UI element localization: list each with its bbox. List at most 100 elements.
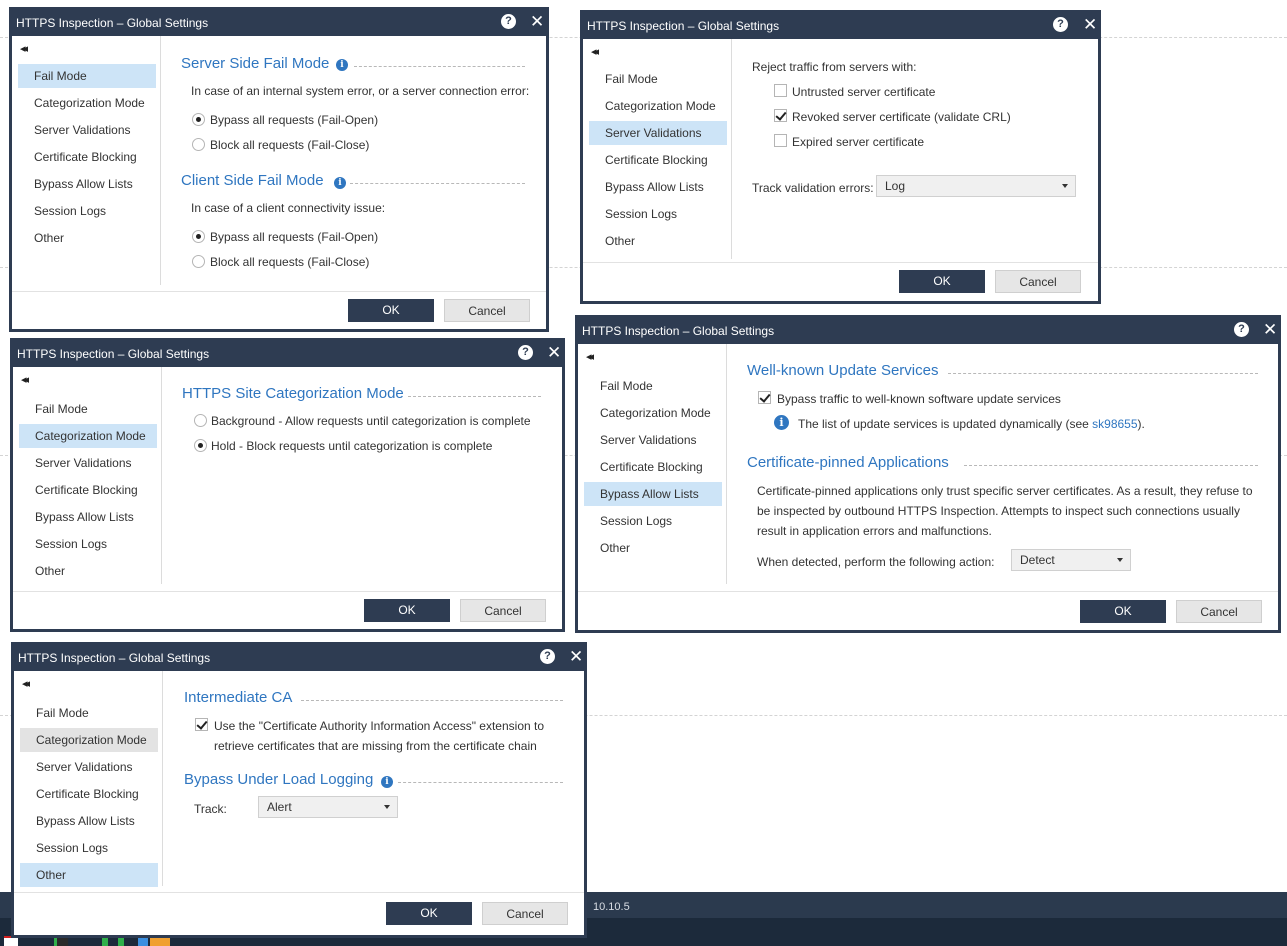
nav-item-categorization-mode[interactable]: Categorization Mode (20, 728, 158, 752)
intermediate-ca-title: Intermediate CA (184, 689, 293, 706)
titlebar: HTTPS Inspection – Global Settings ? ✕ (13, 341, 562, 367)
info-icon[interactable]: i (334, 177, 346, 189)
nav-item-bypass-allow-lists[interactable]: Bypass Allow Lists (589, 175, 727, 199)
close-icon[interactable]: ✕ (1263, 320, 1277, 340)
collapse-sidebar-icon[interactable]: ◂◂ (22, 677, 30, 690)
collapse-sidebar-icon[interactable]: ◂◂ (591, 45, 599, 58)
nav-item-fail-mode[interactable]: Fail Mode (589, 67, 727, 91)
radio-background[interactable] (194, 414, 207, 427)
sk98655-link[interactable]: sk98655 (1092, 417, 1137, 431)
dialog-title: HTTPS Inspection – Global Settings (582, 324, 775, 338)
nav-item-fail-mode[interactable]: Fail Mode (18, 64, 156, 88)
info-icon[interactable]: i (336, 59, 348, 71)
nav-item-server-validations[interactable]: Server Validations (584, 428, 722, 452)
nav-item-bypass-allow-lists[interactable]: Bypass Allow Lists (20, 809, 158, 833)
cancel-button[interactable]: Cancel (482, 902, 568, 925)
nav-item-fail-mode[interactable]: Fail Mode (19, 397, 157, 421)
dialog-title: HTTPS Inspection – Global Settings (16, 16, 209, 30)
help-icon[interactable]: ? (1053, 17, 1068, 32)
collapse-sidebar-icon[interactable]: ◂◂ (20, 42, 28, 55)
nav-item-server-validations[interactable]: Server Validations (19, 451, 157, 475)
nav-item-other[interactable]: Other (589, 229, 727, 253)
cancel-button[interactable]: Cancel (460, 599, 546, 622)
section-divider (350, 183, 525, 184)
collapse-sidebar-icon[interactable]: ◂◂ (586, 350, 594, 363)
ok-button[interactable]: OK (348, 299, 434, 322)
track-select[interactable]: Alert (258, 796, 398, 818)
radio-hold[interactable] (194, 439, 207, 452)
info-icon: i (774, 415, 789, 430)
track-validation-select[interactable]: Log (876, 175, 1076, 197)
action-label: When detected, perform the following act… (757, 555, 995, 569)
nav-item-certificate-blocking[interactable]: Certificate Blocking (589, 148, 727, 172)
expired-certificate-checkbox[interactable] (774, 134, 787, 147)
nav-item-categorization-mode[interactable]: Categorization Mode (19, 424, 157, 448)
nav-item-session-logs[interactable]: Session Logs (18, 199, 156, 223)
ok-button[interactable]: OK (1080, 600, 1166, 623)
select-value: Alert (267, 800, 292, 814)
dialog-title: HTTPS Inspection – Global Settings (18, 651, 211, 665)
checkbox-label: Use the "Certificate Authority Informati… (214, 719, 545, 733)
select-value: Log (885, 179, 906, 193)
nav-item-other[interactable]: Other (20, 863, 158, 887)
revoked-certificate-checkbox[interactable] (774, 109, 787, 122)
bypass-update-services-checkbox[interactable] (758, 391, 771, 404)
nav-item-categorization-mode[interactable]: Categorization Mode (584, 401, 722, 425)
close-icon[interactable]: ✕ (547, 343, 561, 363)
client-fail-mode-title: Client Side Fail Mode (181, 172, 324, 189)
radio-server-bypass[interactable] (192, 113, 205, 126)
radio-client-bypass[interactable] (192, 230, 205, 243)
nav-item-bypass-allow-lists[interactable]: Bypass Allow Lists (584, 482, 722, 506)
nav-item-certificate-blocking[interactable]: Certificate Blocking (584, 455, 722, 479)
radio-client-block[interactable] (192, 255, 205, 268)
nav-item-certificate-blocking[interactable]: Certificate Blocking (18, 145, 156, 169)
nav-item-certificate-blocking[interactable]: Certificate Blocking (19, 478, 157, 502)
nav-item-session-logs[interactable]: Session Logs (584, 509, 722, 533)
footer-divider (578, 591, 1278, 592)
nav-item-session-logs[interactable]: Session Logs (19, 532, 157, 556)
nav-item-session-logs[interactable]: Session Logs (589, 202, 727, 226)
nav-item-fail-mode[interactable]: Fail Mode (20, 701, 158, 725)
nav-item-categorization-mode[interactable]: Categorization Mode (18, 91, 156, 115)
titlebar: HTTPS Inspection – Global Settings ? ✕ (578, 318, 1278, 344)
ca-information-access-checkbox[interactable] (195, 718, 208, 731)
nav-item-fail-mode[interactable]: Fail Mode (584, 374, 722, 398)
section-divider (354, 66, 525, 67)
collapse-sidebar-icon[interactable]: ◂◂ (21, 373, 29, 386)
cancel-button[interactable]: Cancel (1176, 600, 1262, 623)
cancel-button[interactable]: Cancel (995, 270, 1081, 293)
untrusted-certificate-checkbox[interactable] (774, 84, 787, 97)
help-icon[interactable]: ? (518, 345, 533, 360)
nav-item-bypass-allow-lists[interactable]: Bypass Allow Lists (18, 172, 156, 196)
nav-item-other[interactable]: Other (19, 559, 157, 583)
nav-item-server-validations[interactable]: Server Validations (20, 755, 158, 779)
radio-label: Background - Allow requests until catego… (211, 414, 531, 428)
nav-item-bypass-allow-lists[interactable]: Bypass Allow Lists (19, 505, 157, 529)
info-icon[interactable]: i (381, 776, 393, 788)
nav-item-server-validations[interactable]: Server Validations (589, 121, 727, 145)
nav-item-other[interactable]: Other (584, 536, 722, 560)
close-icon[interactable]: ✕ (1083, 15, 1097, 35)
pinned-action-select[interactable]: Detect (1011, 549, 1131, 571)
close-icon[interactable]: ✕ (569, 647, 583, 667)
cancel-button[interactable]: Cancel (444, 299, 530, 322)
nav-item-other[interactable]: Other (18, 226, 156, 250)
nav-item-session-logs[interactable]: Session Logs (20, 836, 158, 860)
nav-item-categorization-mode[interactable]: Categorization Mode (589, 94, 727, 118)
nav-item-server-validations[interactable]: Server Validations (18, 118, 156, 142)
help-icon[interactable]: ? (540, 649, 555, 664)
checkbox-label: Bypass traffic to well-known software up… (777, 392, 1061, 406)
section-divider (948, 373, 1258, 374)
close-icon[interactable]: ✕ (530, 12, 544, 32)
help-icon[interactable]: ? (1234, 322, 1249, 337)
pinned-description: Certificate-pinned applications only tru… (757, 484, 1253, 498)
ok-button[interactable]: OK (386, 902, 472, 925)
sidebar: ◂◂ Fail Mode Categorization Mode Server … (14, 671, 163, 887)
server-fail-mode-title: Server Side Fail Mode (181, 55, 330, 72)
radio-server-block[interactable] (192, 138, 205, 151)
dialog-title: HTTPS Inspection – Global Settings (587, 19, 780, 33)
ok-button[interactable]: OK (364, 599, 450, 622)
help-icon[interactable]: ? (501, 14, 516, 29)
nav-item-certificate-blocking[interactable]: Certificate Blocking (20, 782, 158, 806)
ok-button[interactable]: OK (899, 270, 985, 293)
